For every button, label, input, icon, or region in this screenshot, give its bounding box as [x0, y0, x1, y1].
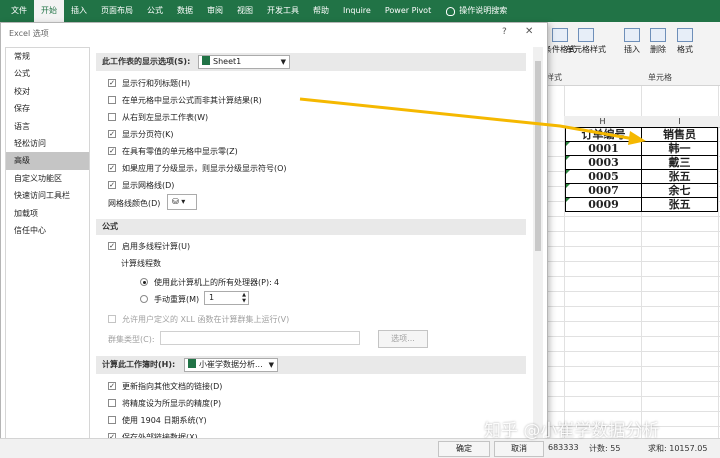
watermark: 知乎 @小崔学数据分析 [484, 421, 660, 441]
annotation-arrow [299, 97, 646, 145]
